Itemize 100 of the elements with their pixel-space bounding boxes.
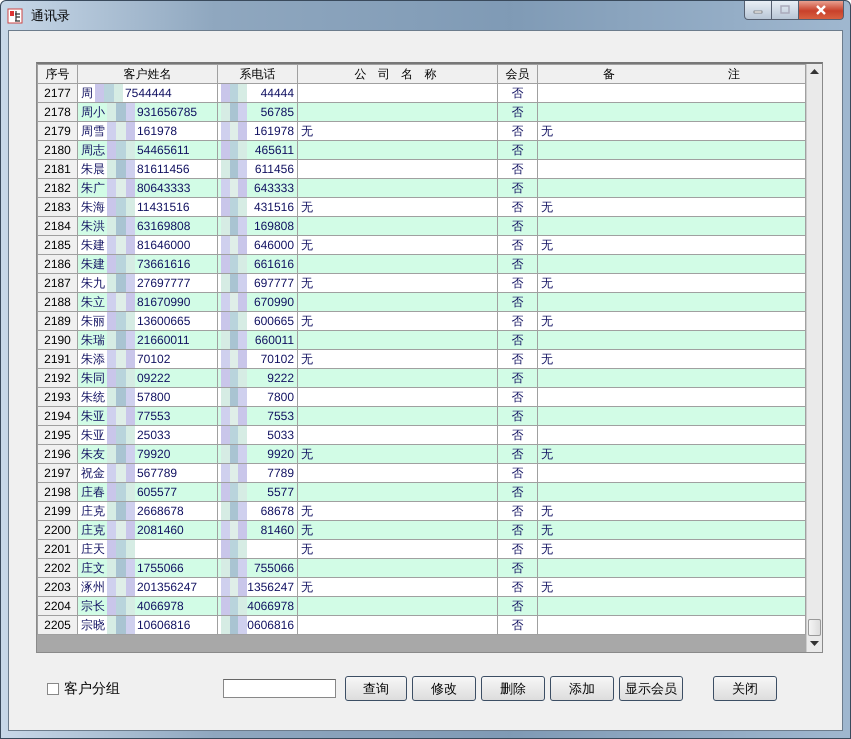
row-number: 2195 xyxy=(38,426,78,444)
column-header[interactable]: 会员 xyxy=(498,64,538,84)
action-button[interactable]: 查询 xyxy=(345,676,407,701)
table-cell: 否 xyxy=(498,520,538,540)
close-window-button[interactable]: 关闭 xyxy=(713,676,777,701)
redaction-mosaic xyxy=(95,84,123,102)
table-cell: 1755066 xyxy=(137,561,184,575)
scrollbar[interactable] xyxy=(806,64,822,652)
redaction-mosaic xyxy=(221,350,247,368)
table-cell: 无 xyxy=(298,540,498,558)
redaction-mosaic xyxy=(221,84,247,102)
action-button[interactable]: 添加 xyxy=(550,676,614,701)
table-cell: 5577 xyxy=(267,485,294,499)
table-cell: 否 xyxy=(498,122,538,140)
minimize-button[interactable] xyxy=(744,1,772,20)
table-cell: 4066978 xyxy=(137,599,184,613)
table-cell: 7800 xyxy=(267,390,294,404)
table-cell: 否 xyxy=(498,540,538,558)
row-number: 2196 xyxy=(38,444,78,464)
table-cell: 否 xyxy=(498,160,538,178)
table-cell: 朱立 xyxy=(81,294,105,310)
table-cell: 朱亚 xyxy=(81,408,105,424)
action-button[interactable]: 删除 xyxy=(481,676,545,701)
redaction-mosaic xyxy=(107,350,135,368)
table-cell: 否 xyxy=(498,198,538,216)
scroll-down-icon[interactable] xyxy=(810,641,819,647)
table-cell: 7553 xyxy=(267,409,294,423)
table-cell: 无 xyxy=(538,540,806,558)
table-cell: 81646000 xyxy=(137,238,190,252)
redaction-mosaic xyxy=(107,332,135,348)
row-number: 2204 xyxy=(38,596,78,616)
table-cell: 否 xyxy=(498,558,538,578)
table-cell: 否 xyxy=(498,444,538,464)
column-header[interactable]: 备 注 xyxy=(538,64,806,84)
redaction-mosaic xyxy=(221,142,247,158)
action-button[interactable]: 修改 xyxy=(412,676,476,701)
redaction-mosaic xyxy=(107,484,135,500)
redaction-mosaic xyxy=(221,578,247,596)
row-number: 2185 xyxy=(38,236,78,254)
table-cell: 无 xyxy=(538,520,806,540)
row-number: 2201 xyxy=(38,540,78,558)
table-cell: 646000 xyxy=(254,238,294,252)
redaction-mosaic xyxy=(221,198,247,216)
table-cell: 431516 xyxy=(254,200,294,214)
redaction-mosaic xyxy=(107,560,135,576)
table-cell: 68678 xyxy=(260,504,294,518)
column-header[interactable]: 系电话 xyxy=(218,64,298,84)
table-cell: 9222 xyxy=(267,371,294,385)
table-cell: 否 xyxy=(498,596,538,616)
table-cell: 70102 xyxy=(137,352,170,366)
redaction-mosaic xyxy=(221,484,247,500)
table-cell: 朱建 xyxy=(81,256,105,272)
search-field[interactable] xyxy=(223,679,336,698)
table-cell: 朱九 xyxy=(81,274,105,292)
table-cell: 661616 xyxy=(254,257,294,271)
column-header[interactable]: 公 司 名 称 xyxy=(298,64,498,84)
scroll-up-icon[interactable] xyxy=(810,69,819,75)
table-cell: 79920 xyxy=(137,447,170,461)
redaction-mosaic xyxy=(221,446,247,462)
table-cell: 7789 xyxy=(267,466,294,480)
table-cell: 931656785 xyxy=(137,105,198,119)
row-number: 2193 xyxy=(38,388,78,406)
row-number: 2183 xyxy=(38,198,78,216)
table-cell: 无 xyxy=(538,312,806,330)
redaction-mosaic xyxy=(107,408,135,424)
table-cell: 169808 xyxy=(254,219,294,233)
table-cell: 宗长 xyxy=(81,598,105,614)
scroll-thumb[interactable] xyxy=(808,619,821,636)
redaction-mosaic xyxy=(107,142,135,158)
action-button[interactable]: 显示会员 xyxy=(619,676,683,701)
table-cell: 无 xyxy=(538,274,806,292)
close-button[interactable] xyxy=(799,1,844,20)
table-cell: 朱统 xyxy=(81,388,105,406)
table-cell: 80643333 xyxy=(137,181,190,195)
table-cell: 27697777 xyxy=(137,276,190,290)
row-number: 2197 xyxy=(38,464,78,482)
row-number: 2177 xyxy=(38,84,78,102)
redaction-mosaic xyxy=(221,522,247,538)
table-cell: 57800 xyxy=(137,390,170,404)
table-cell: 否 xyxy=(498,406,538,426)
table-cell: 否 xyxy=(498,368,538,388)
row-number: 2182 xyxy=(38,178,78,198)
checkbox[interactable] xyxy=(47,682,59,694)
column-header[interactable]: 客户姓名 xyxy=(78,64,218,84)
checkbox-label: 客户分组 xyxy=(64,680,120,698)
redaction-mosaic xyxy=(221,464,247,482)
table-cell: 无 xyxy=(298,236,498,254)
table-cell: 56785 xyxy=(260,105,294,119)
table-cell: 否 xyxy=(498,330,538,350)
table-cell: 567789 xyxy=(137,466,178,480)
maximize-button[interactable] xyxy=(772,1,799,20)
table-cell: 无 xyxy=(298,502,498,520)
table-cell: 无 xyxy=(298,520,498,540)
column-header[interactable]: 序号 xyxy=(38,64,78,84)
table-cell: 10606816 xyxy=(137,618,190,632)
table-cell: 庄春 xyxy=(81,484,105,500)
row-number: 2180 xyxy=(38,140,78,160)
table-cell: 朱添 xyxy=(81,350,105,368)
table-cell: 无 xyxy=(298,578,498,596)
row-number: 2192 xyxy=(38,368,78,388)
